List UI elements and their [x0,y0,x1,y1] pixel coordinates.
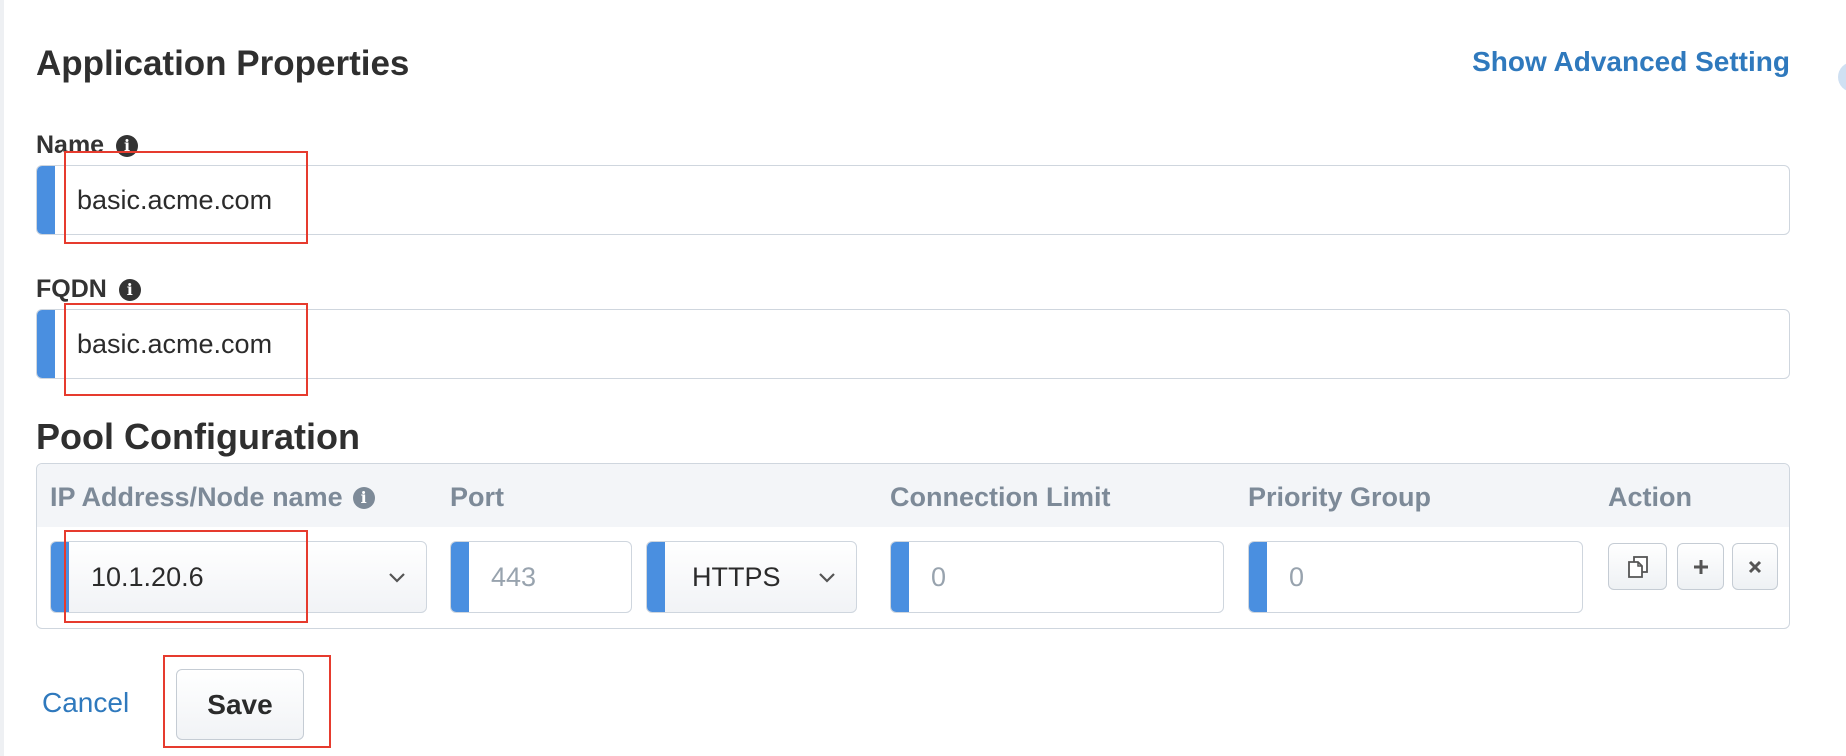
remove-row-button[interactable] [1732,543,1778,590]
fqdn-field[interactable] [36,309,1790,379]
column-header-action: Action [1608,482,1692,512]
copy-icon [1627,555,1648,578]
page-title: Application Properties [36,44,410,83]
fqdn-field-label: FQDN i [36,275,141,304]
column-header-port: Port [450,482,504,512]
info-icon[interactable]: i [118,278,141,301]
info-icon[interactable]: i [116,134,139,157]
left-edge [0,0,4,756]
port-field[interactable] [450,541,632,613]
copy-row-button[interactable] [1608,543,1667,590]
required-indicator [451,542,469,612]
connection-limit-input[interactable] [931,542,1197,612]
required-indicator [891,542,909,612]
protocol-value: HTTPS [692,562,781,592]
priority-group-input[interactable] [1289,542,1556,612]
port-input[interactable] [491,542,631,612]
name-field-label: Name i [36,131,139,160]
info-icon[interactable]: i [352,486,375,509]
name-field[interactable] [36,165,1790,235]
required-indicator [647,542,665,612]
ip-address-select[interactable]: 10.1.20.6 [50,541,427,613]
pool-table-header: IP Address/Node name i Port Connection L… [37,464,1789,527]
fqdn-input[interactable] [77,310,1677,378]
name-label-text: Name [36,131,105,159]
pool-configuration-table: IP Address/Node name i Port Connection L… [36,463,1790,629]
column-header-ip-text: IP Address/Node name [50,482,343,512]
required-indicator [37,310,55,378]
column-header-connection-limit: Connection Limit [890,482,1111,512]
ip-address-value: 10.1.20.6 [91,562,204,592]
close-icon [1748,560,1762,573]
column-header-ip: IP Address/Node name i [50,482,375,513]
protocol-select[interactable]: HTTPS [646,541,857,613]
chevron-down-icon [819,573,835,583]
connection-limit-field[interactable] [890,541,1224,613]
plus-icon [1693,559,1708,574]
add-row-button[interactable] [1677,543,1724,590]
pool-configuration-title: Pool Configuration [36,416,360,457]
column-header-priority-group: Priority Group [1248,482,1432,512]
required-indicator [37,166,55,234]
required-indicator [1249,542,1267,612]
name-input[interactable] [77,166,1677,234]
priority-group-field[interactable] [1248,541,1583,613]
cancel-link[interactable]: Cancel [42,687,129,719]
save-button[interactable]: Save [176,669,304,740]
required-indicator [51,542,69,612]
edge-scroll-indicator [1838,62,1846,92]
fqdn-label-text: FQDN [36,275,107,303]
show-advanced-setting-link[interactable]: Show Advanced Setting [1472,46,1790,78]
chevron-down-icon [389,573,405,583]
